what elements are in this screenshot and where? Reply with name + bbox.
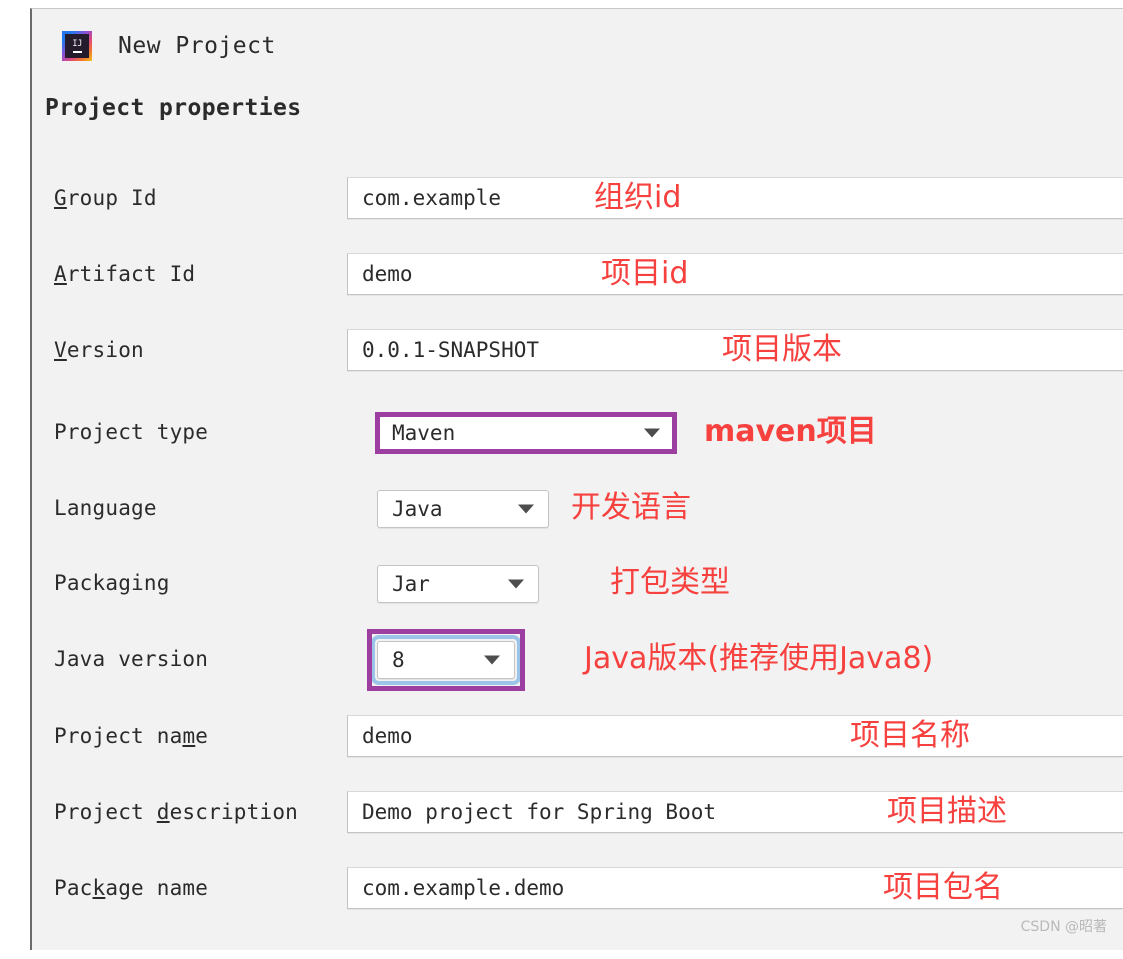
text-input[interactable]: com.example.demo: [347, 867, 1123, 909]
new-project-dialog: IJ New Project Project properties Group …: [30, 8, 1123, 950]
page-title: Project properties: [45, 95, 302, 121]
field-label: Version: [54, 338, 144, 362]
input-value: demo: [362, 724, 413, 748]
chevron-down-icon[interactable]: [518, 504, 534, 514]
field-label: Project type: [54, 420, 209, 444]
watermark: CSDN @昭著: [1020, 919, 1107, 935]
field-label: Java version: [54, 647, 209, 671]
field-label: Project name: [54, 724, 209, 748]
dropdown-select[interactable]: 8: [377, 641, 515, 679]
input-value: com.example: [362, 186, 502, 210]
dialog-title-row: IJ New Project: [62, 31, 276, 61]
form-row: Package name com.example.demo 项目包名: [32, 867, 1123, 909]
annotation-text: 开发语言: [571, 490, 691, 525]
dropdown-value: Java: [392, 497, 443, 521]
input-value: com.example.demo: [362, 876, 565, 900]
field-label: Project description: [54, 800, 299, 824]
form-row: Project description Demo project for Spri…: [32, 791, 1123, 833]
form-row: Project name demo 项目名称: [32, 715, 1123, 757]
field-label: Group Id: [54, 186, 157, 210]
form-row: Language Java 开发语言: [32, 487, 1123, 529]
field-label: Language: [54, 496, 157, 520]
field-label: Artifact Id: [54, 262, 196, 286]
form-row: Group Id com.example 组织id: [32, 177, 1123, 219]
form-row: Artifact Id demo 项目id: [32, 253, 1123, 295]
dropdown-select[interactable]: Maven: [377, 414, 675, 452]
chevron-down-icon[interactable]: [644, 428, 660, 438]
intellij-idea-icon: IJ: [62, 31, 92, 61]
form-row: Packaging Jar 打包类型: [32, 562, 1123, 604]
annotation-text: 组织id: [594, 180, 682, 215]
input-value: 0.0.1-SNAPSHOT: [362, 338, 540, 362]
annotation-text: 项目版本: [722, 332, 842, 367]
dropdown-value: 8: [392, 648, 405, 672]
text-input[interactable]: demo: [347, 253, 1123, 295]
dropdown-select[interactable]: Jar: [377, 565, 539, 603]
field-label: Package name: [54, 876, 209, 900]
annotation-text: Java版本(推荐使用Java8): [584, 641, 934, 676]
input-value: demo: [362, 262, 413, 286]
dropdown-value: Maven: [392, 421, 456, 445]
dropdown-select[interactable]: Java: [377, 490, 549, 528]
annotation-text: 项目描述: [887, 794, 1007, 829]
form-row: Java version 8 Java版本(推荐使用Java8): [32, 629, 1123, 691]
annotation-text: 项目包名: [883, 870, 1003, 905]
field-label: Packaging: [54, 571, 170, 595]
annotation-text: 打包类型: [610, 565, 730, 600]
annotation-text: 项目名称: [850, 718, 970, 753]
input-value: Demo project for Spring Boot: [362, 800, 717, 824]
annotation-text: 项目id: [601, 256, 689, 291]
text-input[interactable]: com.example: [347, 177, 1123, 219]
dropdown-value: Jar: [392, 572, 430, 596]
annotation-text: maven项目: [704, 414, 877, 449]
text-input[interactable]: demo: [347, 715, 1123, 757]
form-row: Project type Maven maven项目: [32, 411, 1123, 454]
form-row: Version 0.0.1-SNAPSHOT 项目版本: [32, 329, 1123, 371]
dialog-title: New Project: [118, 33, 276, 59]
chevron-down-icon[interactable]: [484, 655, 500, 665]
chevron-down-icon[interactable]: [508, 579, 524, 589]
